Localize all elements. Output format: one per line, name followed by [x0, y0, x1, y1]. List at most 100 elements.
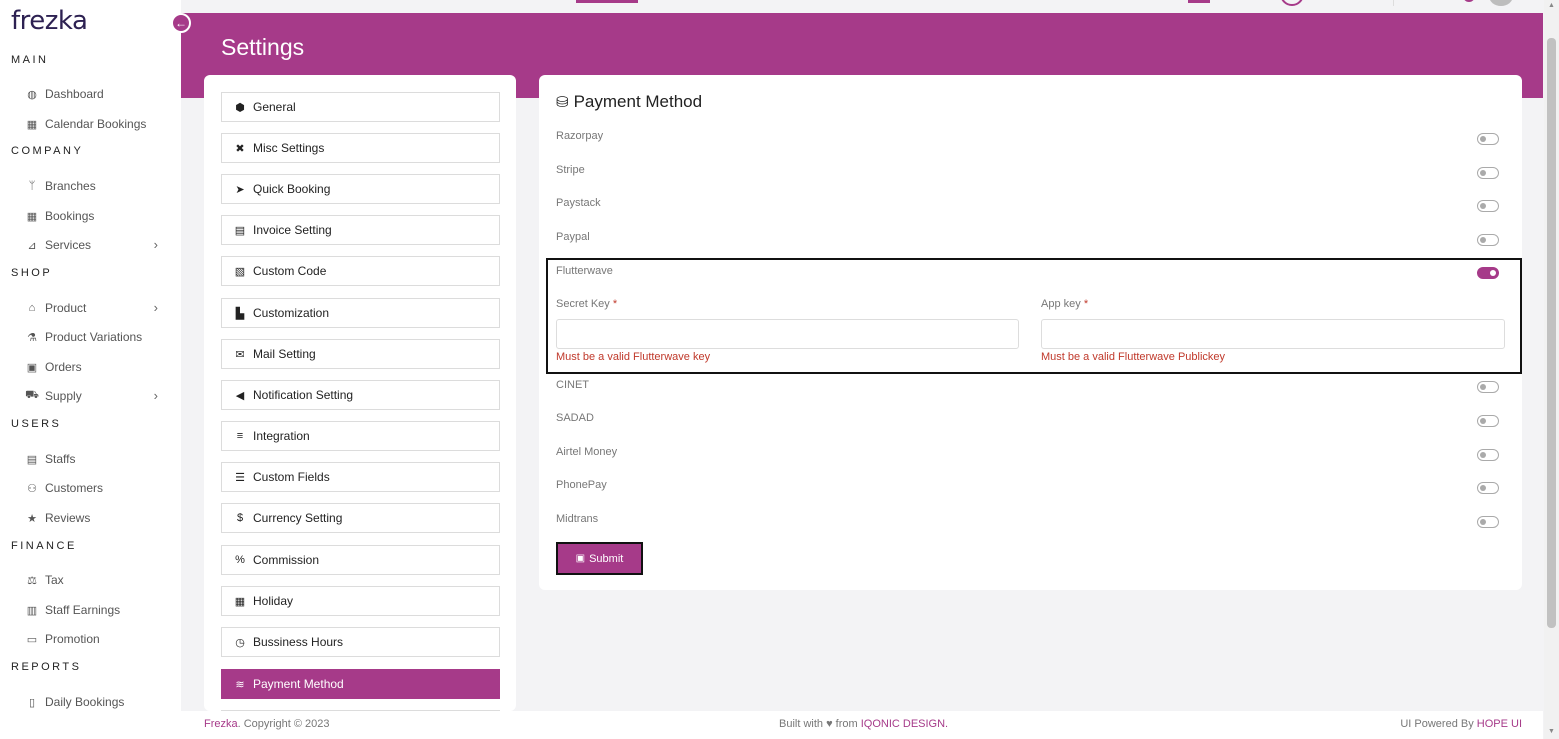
footer-brand-link[interactable]: Frezka [204, 718, 238, 730]
coins-icon: ⛁ [556, 94, 569, 111]
users-icon: ⚇ [27, 482, 37, 495]
settings-menu-customization[interactable]: ▙ Customization [221, 298, 500, 328]
gateway-toggle-flutterwave[interactable] [1477, 267, 1499, 279]
money-icon: ▥ [26, 604, 38, 617]
gateway-label-paystack: Paystack [556, 197, 601, 209]
footer-iqonic-link[interactable]: IQONIC DESIGN. [861, 718, 948, 730]
sidebar-item-supply[interactable]: ⛟ Supply › [22, 385, 162, 407]
topnav-active-indicator [576, 0, 638, 3]
footer-powered-by: UI Powered By HOPE UI [1400, 718, 1522, 730]
topnav-icon-mark[interactable] [1188, 0, 1210, 3]
nav-section-shop: SHOP [11, 267, 53, 279]
sidebar-item-daily-bookings[interactable]: ▯ Daily Bookings [22, 691, 162, 713]
file-icon: ▤ [234, 224, 246, 237]
sidebar-item-staff-earnings[interactable]: ▥ Staff Earnings [22, 599, 162, 621]
gateway-toggle-phonepay[interactable] [1477, 482, 1499, 494]
app-key-label: App key * [1041, 298, 1089, 310]
avatar[interactable] [1489, 0, 1513, 6]
nav-section-users: USERS [11, 418, 62, 430]
branch-icon: ᛘ [28, 180, 36, 192]
calendar-check-icon: ▦ [234, 595, 246, 608]
sidebar: frezka MAIN ◍ Dashboard ▦ Calendar Booking… [0, 0, 181, 739]
gateway-toggle-paypal[interactable] [1477, 234, 1499, 246]
file-code-icon: ▧ [234, 265, 246, 278]
sidebar-item-promotion[interactable]: ▭ Promotion [22, 628, 162, 650]
gateway-label-midtrans: Midtrans [556, 513, 599, 525]
sidebar-collapse-button[interactable]: ← [171, 13, 191, 33]
settings-menu-notification-setting[interactable]: ◀ Notification Setting [221, 380, 500, 410]
gateway-toggle-stripe[interactable] [1477, 167, 1499, 179]
page-scrollbar-thumb[interactable] [1547, 38, 1556, 628]
gateway-label-flutterwave: Flutterwave [556, 265, 613, 277]
sidebar-item-services[interactable]: ⊿ Services › [22, 234, 162, 256]
topnav-divider [1393, 0, 1394, 6]
app-logo[interactable]: frezka [11, 6, 88, 36]
gateway-toggle-airtel-money[interactable] [1477, 449, 1499, 461]
dashboard-icon: ◍ [27, 88, 37, 101]
gateway-toggle-midtrans[interactable] [1477, 516, 1499, 528]
secret-key-input[interactable] [556, 319, 1019, 349]
settings-menu-currency-setting[interactable]: $ Currency Setting [221, 503, 500, 533]
sidebar-item-reviews[interactable]: ★ Reviews [22, 507, 162, 529]
star-icon: ★ [27, 512, 37, 525]
settings-menu-payment-method[interactable]: ≋ Payment Method [221, 669, 500, 699]
payment-method-title: ⛁ Payment Method [556, 92, 703, 111]
settings-menu-mail-setting[interactable]: ✉ Mail Setting [221, 339, 500, 369]
settings-menu-misc-settings[interactable]: ✖ Misc Settings [221, 133, 500, 163]
chevron-right-icon: › [153, 300, 158, 315]
settings-menu-holiday[interactable]: ▦ Holiday [221, 586, 500, 616]
notification-badge[interactable] [1463, 0, 1475, 2]
sidebar-item-dashboard[interactable]: ◍ Dashboard [22, 83, 162, 105]
gateway-label-paypal: Paypal [556, 231, 590, 243]
scroll-down-arrow-icon[interactable]: ▼ [1548, 728, 1555, 735]
calendar-icon: ▦ [26, 210, 38, 223]
settings-menu-custom-fields[interactable]: ☰ Custom Fields [221, 462, 500, 492]
topnav-circle-button[interactable] [1280, 0, 1304, 6]
sidebar-item-tax[interactable]: ⚖ Tax [22, 569, 162, 591]
submit-button[interactable]: ▣ Submit [556, 542, 643, 575]
sidebar-item-orders[interactable]: ▣ Orders [22, 356, 162, 378]
nav-section-finance: FINANCE [11, 540, 77, 552]
sidebar-item-branches[interactable]: ᛘ Branches [22, 175, 162, 197]
tax-icon: ⚖ [27, 574, 37, 587]
sliders-icon: ≡ [236, 430, 244, 442]
bag-icon: ▣ [26, 361, 38, 374]
settings-menu-commission[interactable]: % Commission [221, 545, 500, 575]
settings-menu-invoice-setting[interactable]: ▤ Invoice Setting [221, 215, 500, 245]
sidebar-item-staffs[interactable]: ▤ Staffs [22, 448, 162, 470]
gateway-toggle-cinet[interactable] [1477, 381, 1499, 393]
scroll-up-arrow-icon[interactable]: ▲ [1548, 2, 1555, 9]
settings-menu-quick-booking[interactable]: ➤ Quick Booking [221, 174, 500, 204]
settings-menu-custom-code[interactable]: ▧ Custom Code [221, 256, 500, 286]
nav-section-company: COMPANY [11, 145, 84, 157]
secret-key-error: Must be a valid Flutterwave key [556, 351, 711, 363]
variations-icon: ⚗ [27, 331, 37, 344]
gateway-label-sadad: SADAD [556, 412, 594, 424]
sidebar-item-bookings[interactable]: ▦ Bookings [22, 205, 162, 227]
clock-icon: ◷ [235, 636, 245, 649]
gateway-toggle-razorpay[interactable] [1477, 133, 1499, 145]
settings-menu-general[interactable]: ⬢ General [221, 92, 500, 122]
gateway-label-razorpay: Razorpay [556, 130, 604, 142]
settings-menu-bussiness-hours[interactable]: ◷ Bussiness Hours [221, 627, 500, 657]
sidebar-item-customers[interactable]: ⚇ Customers [22, 477, 162, 499]
gateway-label-cinet: CINET [556, 379, 589, 391]
gateway-toggle-paystack[interactable] [1477, 200, 1499, 212]
paper-plane-icon: ➤ [235, 183, 245, 196]
app-key-input[interactable] [1041, 319, 1505, 349]
truck-icon: ⛟ [25, 389, 39, 401]
gateway-toggle-sadad[interactable] [1477, 415, 1499, 427]
sidebar-item-product-variations[interactable]: ⚗ Product Variations [22, 326, 162, 348]
nav-section-main: MAIN [11, 54, 49, 66]
calendar-icon: ▦ [26, 118, 38, 131]
gateway-label-phonepay: PhonePay [556, 479, 607, 491]
services-icon: ⊿ [27, 239, 37, 252]
chevron-right-icon: › [153, 237, 158, 252]
sidebar-item-product[interactable]: ⌂ Product › [22, 297, 162, 319]
footer-hopeui-link[interactable]: HOPE UI [1477, 718, 1522, 730]
settings-menu-integration[interactable]: ≡ Integration [221, 421, 500, 451]
cube-icon: ⬢ [235, 101, 245, 114]
sidebar-item-calendar-bookings[interactable]: ▦ Calendar Bookings [22, 113, 162, 135]
envelope-icon: ✉ [235, 348, 245, 361]
nav-section-reports: REPORTS [11, 661, 82, 673]
